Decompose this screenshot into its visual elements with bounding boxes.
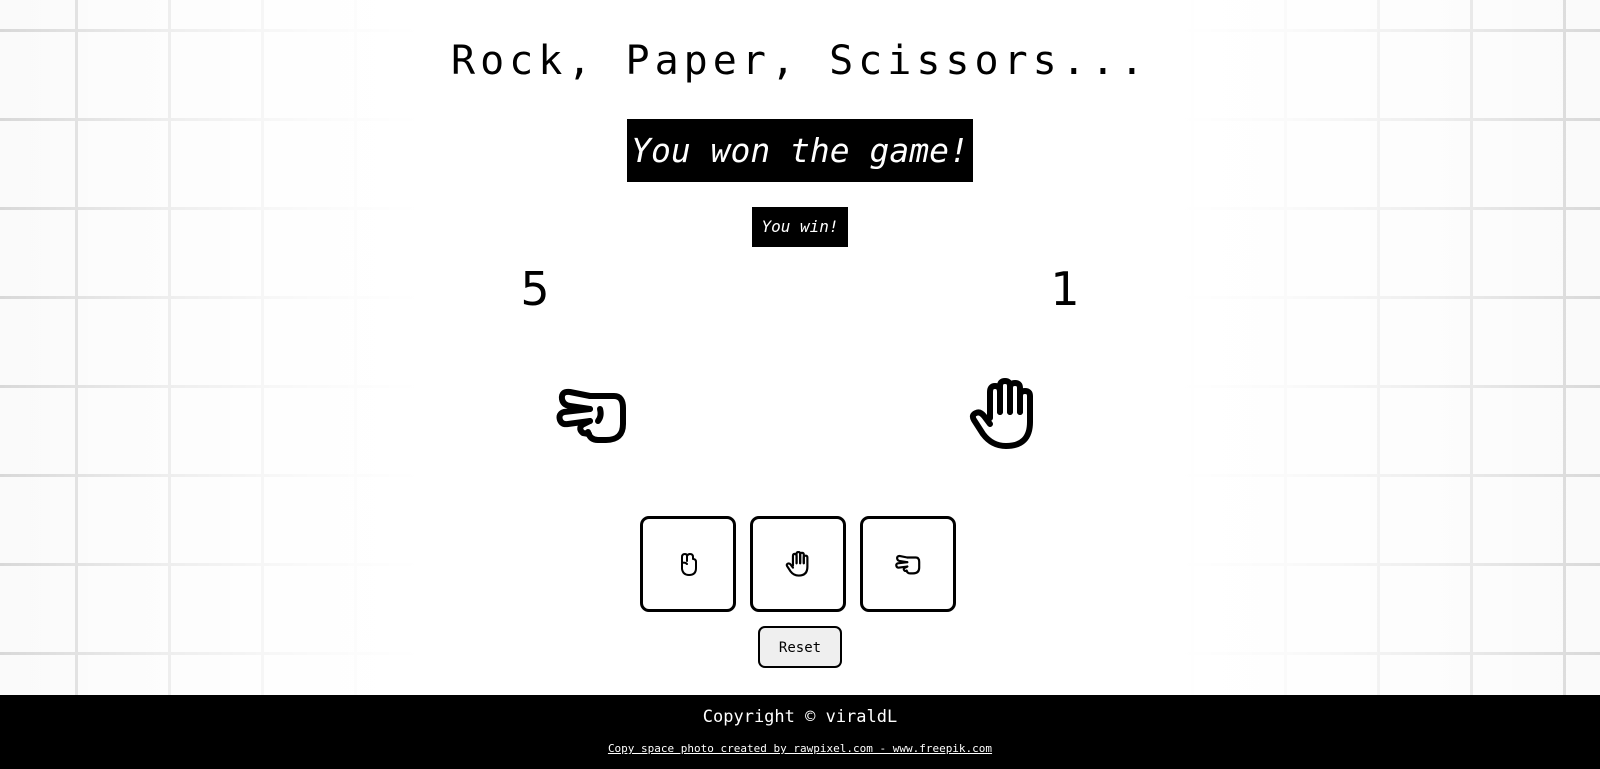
copyright-text: Copyright © viraldL [702,707,898,727]
photo-credit: Copy space photo created by rawpixel.com… [0,742,1600,755]
paper-button[interactable] [750,516,846,612]
scissors-hand-icon [895,554,921,575]
scissors-hand-icon [556,388,626,443]
game-result-banner: You won the game! [627,119,973,182]
page-title: Rock, Paper, Scissors... [451,38,1149,84]
photo-credit-link[interactable]: Copy space photo created by rawpixel.com… [608,742,992,755]
computer-score: 1 [1050,262,1080,316]
footer: Copyright © viraldL Copy space photo cre… [0,695,1600,769]
paper-hand-icon [785,551,809,577]
player-score: 5 [520,262,550,316]
scissors-button[interactable] [860,516,956,612]
game-area: Rock, Paper, Scissors... You won the gam… [0,0,1600,695]
paper-hand-icon [969,378,1033,449]
rock-button[interactable] [640,516,736,612]
reset-button[interactable]: Reset [758,626,842,668]
round-result-badge: You win! [752,207,848,247]
rock-hand-icon [681,553,697,576]
